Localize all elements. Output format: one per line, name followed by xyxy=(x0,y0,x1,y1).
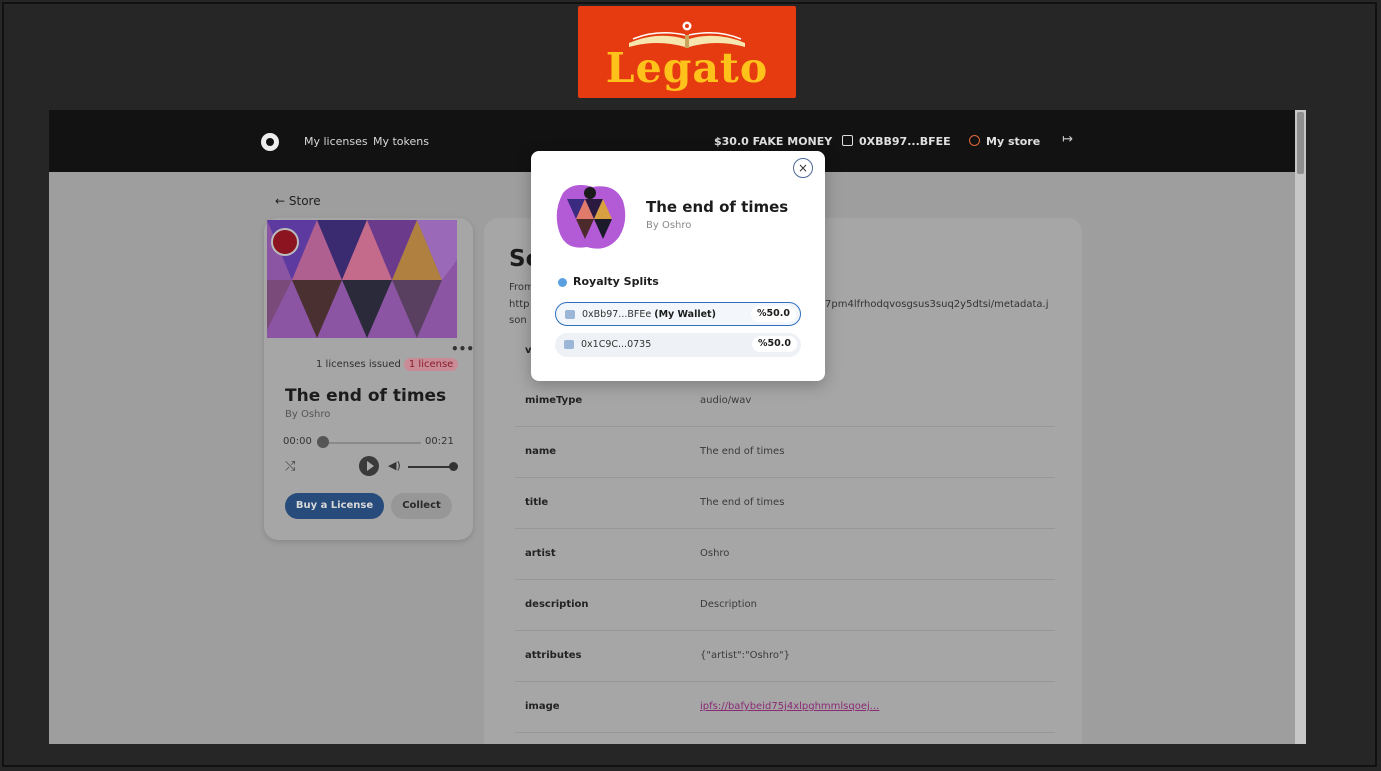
volume-slider[interactable] xyxy=(408,466,452,468)
more-options-icon[interactable]: ••• xyxy=(451,342,474,356)
back-to-store-link[interactable]: ← Store xyxy=(275,194,321,208)
metadata-key: artist xyxy=(525,548,556,559)
metadata-key: mimeType xyxy=(525,395,583,406)
metadata-row: attributes {"artist":"Oshro"} xyxy=(515,630,1055,682)
time-elapsed: 00:00 xyxy=(283,436,312,447)
wallet-button[interactable]: 0XBB97...BFEE xyxy=(842,135,951,148)
scrollbar-thumb[interactable] xyxy=(1297,112,1304,174)
wallet-icon xyxy=(565,310,575,319)
licenses-issued: 1 licenses issued 1 license xyxy=(316,358,459,371)
split-percent: %50.0 xyxy=(751,306,796,322)
repeat-off-icon[interactable]: ⤭ xyxy=(285,459,295,474)
metadata-url-start: http xyxy=(509,299,530,310)
metadata-value: Oshro xyxy=(700,548,730,559)
collect-button[interactable]: Collect xyxy=(391,493,452,519)
time-total: 00:21 xyxy=(425,436,454,447)
metadata-row: name The end of times xyxy=(515,426,1055,478)
logo-text: Legato xyxy=(605,44,769,92)
image-ipfs-link[interactable]: ipfs://bafybeid75j4xlpghmmlsqoej... xyxy=(700,701,879,712)
metadata-url-line2: son xyxy=(509,315,527,326)
metadata-value: The end of times xyxy=(700,446,785,457)
play-button[interactable] xyxy=(359,456,379,476)
progress-knob[interactable] xyxy=(317,436,329,448)
metadata-row: mimeType audio/wav xyxy=(515,375,1055,427)
store-icon xyxy=(969,135,980,146)
split-percent: %50.0 xyxy=(752,336,797,352)
royalty-icon xyxy=(558,278,567,287)
metadata-key: name xyxy=(525,446,557,457)
modal-track-title: The end of times xyxy=(646,198,789,216)
license-count-badge: 1 license xyxy=(403,358,459,371)
app-logo-icon[interactable] xyxy=(261,133,279,151)
split-address: 0x1C9C...0735 xyxy=(581,339,652,350)
metadata-value: audio/wav xyxy=(700,395,752,406)
close-icon[interactable]: × xyxy=(793,158,813,178)
metadata-key: title xyxy=(525,497,549,508)
royalty-splits-heading: Royalty Splits xyxy=(573,275,659,288)
balance-label: $30.0 FAKE MONEY xyxy=(714,135,833,148)
metadata-row: artist Oshro xyxy=(515,528,1055,580)
metadata-value: Description xyxy=(700,599,757,610)
my-store-link[interactable]: My store xyxy=(969,135,1040,148)
wallet-icon xyxy=(842,135,853,146)
wallet-icon xyxy=(564,340,574,349)
royalty-splits-modal: × The end of times By Oshro Royalty Spli… xyxy=(531,151,825,381)
scrollbar-track[interactable] xyxy=(1295,110,1306,744)
split-address: 0xBb97...BFEe (My Wallet) xyxy=(582,309,716,320)
record-badge-icon xyxy=(271,228,299,256)
my-wallet-tag: (My Wallet) xyxy=(654,309,716,320)
split-row-my-wallet[interactable]: 0xBb97...BFEe (My Wallet) %50.0 xyxy=(555,302,801,326)
metadata-value: {"artist":"Oshro"} xyxy=(700,650,790,661)
volume-knob[interactable] xyxy=(449,462,458,471)
wallet-address: 0XBB97...BFEE xyxy=(859,135,951,148)
metadata-url-end: 7pm4lfrhodqvosgsus3suq2y5dtsi/metadata.j xyxy=(825,299,1049,310)
licenses-issued-text: 1 licenses issued xyxy=(316,359,401,370)
split-address-text: 0xBb97...BFEe xyxy=(582,309,652,320)
metadata-key: attributes xyxy=(525,650,582,661)
legato-logo: Legato xyxy=(578,6,796,98)
volume-icon[interactable]: ◀) xyxy=(388,459,401,472)
track-artist: By Oshro xyxy=(285,409,331,420)
split-row[interactable]: 0x1C9C...0735 %50.0 xyxy=(555,333,801,357)
metadata-row: image ipfs://bafybeid75j4xlpghmmlsqoej... xyxy=(515,681,1055,733)
buy-license-button[interactable]: Buy a License xyxy=(285,493,384,519)
modal-artwork xyxy=(556,185,626,249)
nav-my-tokens[interactable]: My tokens xyxy=(373,135,429,148)
modal-track-artist: By Oshro xyxy=(646,220,692,231)
nav-my-licenses[interactable]: My licenses xyxy=(304,135,368,148)
metadata-row: title The end of times xyxy=(515,477,1055,529)
progress-bar[interactable] xyxy=(321,442,421,444)
logout-icon[interactable]: ↦ xyxy=(1062,132,1073,147)
metadata-key: image xyxy=(525,701,560,712)
metadata-value: The end of times xyxy=(700,497,785,508)
track-title: The end of times xyxy=(285,386,447,406)
my-store-label: My store xyxy=(986,135,1041,148)
metadata-row: description Description xyxy=(515,579,1055,631)
metadata-key: description xyxy=(525,599,589,610)
